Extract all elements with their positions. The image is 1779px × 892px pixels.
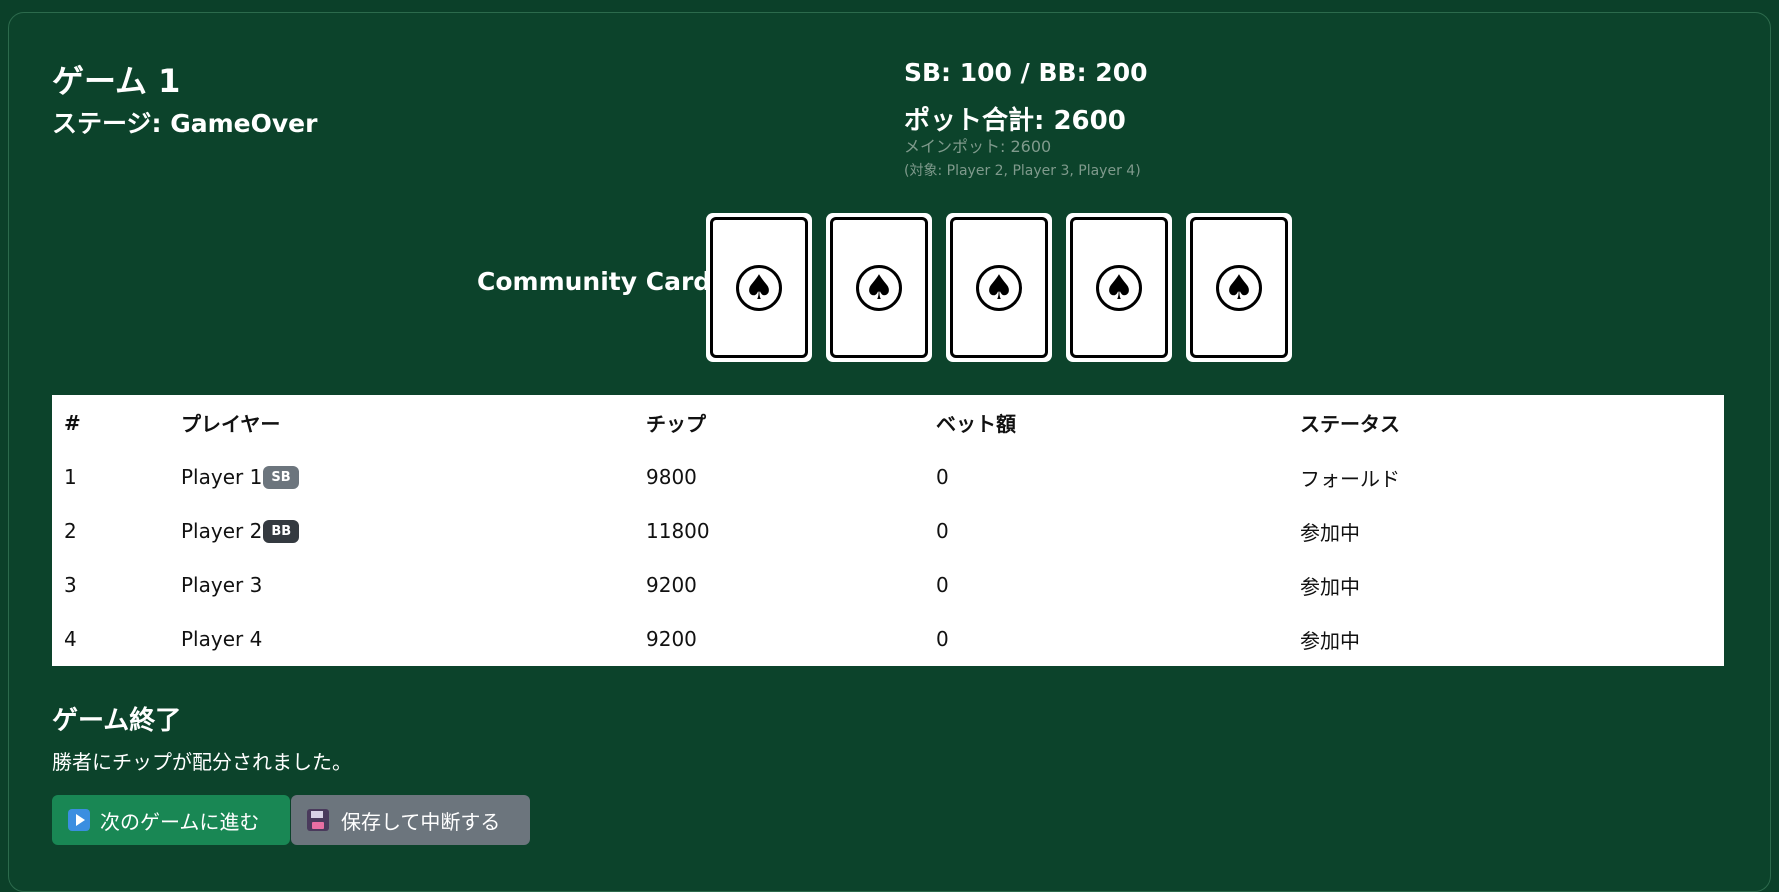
table-row: 2 Player 2 BB 11800 0 参加中 (52, 504, 1724, 558)
community-card: ♠ (706, 213, 812, 362)
save-and-quit-label: 保存して中断する (341, 809, 501, 834)
player-name: Player 2 (181, 518, 263, 543)
player-chips: 9800 (646, 465, 697, 489)
small-blind-badge: SB (263, 465, 299, 489)
player-chips: 9200 (646, 573, 697, 597)
player-status: 参加中 (1300, 520, 1360, 545)
community-card: ♠ (1186, 213, 1292, 362)
spade-icon: ♠ (1216, 264, 1262, 311)
players-table: # プレイヤー チップ ベット額 ステータス 1 Player 1 SB 9800… (52, 395, 1724, 666)
player-cell: Player 1 SB (169, 450, 634, 504)
main-pot: メインポット: 2600 (904, 137, 1052, 156)
game-over-message: 勝者にチップが配分されました。 (52, 750, 352, 774)
player-name: Player 4 (181, 627, 263, 651)
community-card: ♠ (826, 213, 932, 362)
table-row: 3 Player 3 9200 0 参加中 (52, 558, 1724, 612)
column-header-bet: ベット額 (936, 412, 1016, 436)
play-icon (68, 809, 90, 831)
player-status: 参加中 (1300, 574, 1360, 599)
table-row: 4 Player 4 9200 0 参加中 (52, 612, 1724, 666)
community-cards-label: Community Cards: (477, 267, 737, 296)
community-card: ♠ (946, 213, 1052, 362)
community-cards: ♠ ♠ ♠ ♠ ♠ (706, 213, 1292, 362)
player-bet: 0 (936, 465, 949, 489)
pot-eligible-players: (対象: Player 2, Player 3, Player 4) (904, 163, 1141, 179)
player-cell: Player 2 BB (169, 504, 634, 558)
player-status: 参加中 (1300, 628, 1360, 653)
game-title: ゲーム 1 (52, 62, 181, 100)
player-chips: 9200 (646, 627, 697, 651)
next-game-button[interactable]: 次のゲームに進む (52, 795, 290, 845)
player-cell: Player 3 (169, 558, 634, 612)
player-bet: 0 (936, 627, 949, 651)
game-stage: ステージ: GameOver (52, 109, 318, 138)
community-card: ♠ (1066, 213, 1172, 362)
player-bet: 0 (936, 573, 949, 597)
game-over-title: ゲーム終了 (52, 706, 182, 736)
player-number: 2 (64, 519, 77, 543)
pot-total: ポット合計: 2600 (904, 106, 1126, 136)
next-game-label: 次のゲームに進む (100, 809, 260, 834)
player-bet: 0 (936, 519, 949, 543)
column-header-number: # (64, 410, 81, 435)
player-number: 4 (64, 627, 77, 651)
player-cell: Player 4 (169, 612, 634, 666)
floppy-disk-icon (307, 809, 329, 831)
spade-icon: ♠ (856, 264, 902, 311)
player-name: Player 1 (181, 464, 263, 489)
player-chips: 11800 (646, 519, 710, 543)
player-number: 1 (64, 465, 77, 489)
table-row: 1 Player 1 SB 9800 0 フォールド (52, 450, 1724, 504)
table-header-row: # プレイヤー チップ ベット額 ステータス (52, 395, 1724, 450)
column-header-player: プレイヤー (181, 412, 281, 436)
blinds-info: SB: 100 / BB: 200 (904, 58, 1148, 87)
player-number: 3 (64, 573, 77, 597)
player-status: フォールド (1300, 466, 1400, 491)
spade-icon: ♠ (736, 264, 782, 311)
column-header-chips: チップ (646, 412, 706, 436)
spade-icon: ♠ (1096, 264, 1142, 311)
spade-icon: ♠ (976, 264, 1022, 311)
player-name: Player 3 (181, 573, 263, 597)
column-header-status: ステータス (1300, 412, 1400, 436)
save-and-quit-button[interactable]: 保存して中断する (291, 795, 530, 845)
big-blind-badge: BB (263, 519, 300, 543)
